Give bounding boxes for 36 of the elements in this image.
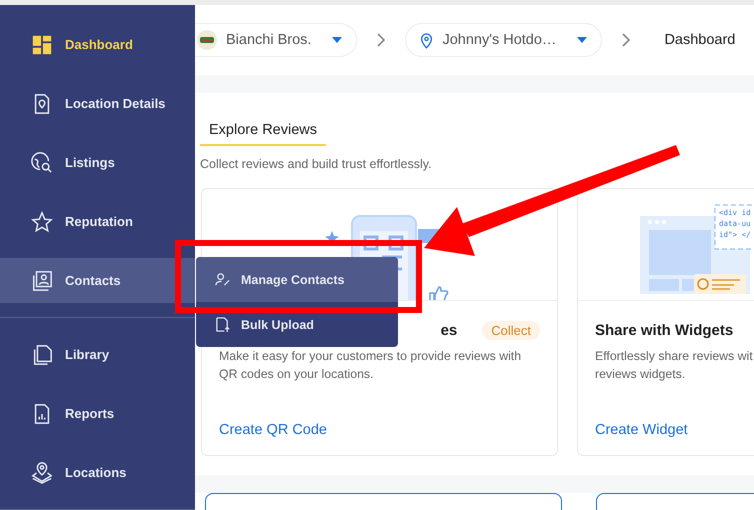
- chevron-icon: [377, 33, 386, 47]
- card-title: Share with Widgets: [595, 322, 734, 338]
- sidebar-item[interactable]: Listings: [0, 140, 195, 185]
- section-subtitle: Collect reviews and build trust effortlessly.: [200, 157, 433, 171]
- account-dropdown[interactable]: Bianchi Bros.: [195, 23, 358, 57]
- sidebar-item[interactable]: Reputation: [0, 199, 195, 244]
- sidebar-item[interactable]: Location Details: [0, 81, 195, 126]
- chevron-icon: [622, 33, 630, 47]
- sidebar-item[interactable]: Dashboard: [0, 22, 195, 67]
- location-dropdown[interactable]: Johnny's Hotdo…: [405, 23, 602, 57]
- contact-card-icon: [31, 270, 53, 292]
- breadcrumb-current: Dashboard: [664, 32, 736, 48]
- card-link[interactable]: Create QR Code: [219, 422, 327, 438]
- card-link[interactable]: Create Widget: [595, 422, 688, 438]
- submenu-item[interactable]: Bulk Upload: [196, 302, 398, 347]
- sidebar-item[interactable]: Contacts: [0, 258, 195, 303]
- dashboard-icon: [31, 34, 53, 56]
- star-icon: [31, 210, 53, 232]
- map-pin-icon: [31, 462, 53, 484]
- submenu-item[interactable]: Manage Contacts: [196, 257, 398, 302]
- caret-icon: [332, 37, 342, 43]
- card-title: es: [440, 322, 458, 338]
- pages-icon: [31, 344, 53, 366]
- category-tag: Collect: [482, 320, 540, 340]
- logo-icon: [197, 30, 217, 50]
- user-edit-icon: [215, 272, 230, 287]
- file-upload-icon: [215, 317, 230, 332]
- section-tab[interactable]: Explore Reviews: [200, 120, 326, 146]
- globe-search-icon: [31, 152, 53, 174]
- sidebar-item[interactable]: Locations: [0, 450, 195, 495]
- sidebar-item[interactable]: Reports: [0, 391, 195, 436]
- sidebar-item[interactable]: Library: [0, 332, 195, 377]
- card-description: Make it easy for your customers to provide reviews with QR codes on your locations.: [219, 348, 522, 383]
- card-description: Effortlessly share reviews wit reviews widgets.: [595, 348, 754, 383]
- caret-icon: [577, 37, 588, 43]
- map-pin-icon: [420, 32, 434, 48]
